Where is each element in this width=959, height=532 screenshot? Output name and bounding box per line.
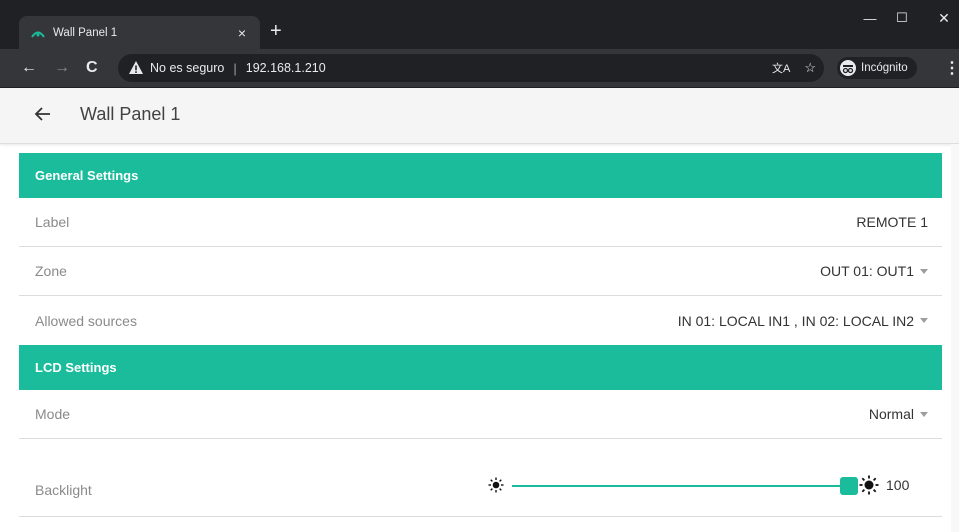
caret-down-icon xyxy=(920,318,928,323)
incognito-icon xyxy=(840,60,856,76)
allowed-sources-select[interactable]: IN 01: LOCAL IN1 , IN 02: LOCAL IN2 xyxy=(678,313,928,329)
label-field-name: Label xyxy=(35,214,70,230)
back-icon[interactable]: ← xyxy=(21,59,37,77)
minimize-button[interactable]: — xyxy=(856,6,884,30)
address-bar[interactable]: No es seguro | 192.168.1.210 文A ☆ xyxy=(118,54,824,82)
mode-value: Normal xyxy=(868,406,914,422)
warning-icon xyxy=(129,61,143,74)
backlight-value: 100 xyxy=(886,477,910,493)
page-scrollbar[interactable] xyxy=(951,144,959,532)
lcd-settings-header: LCD Settings xyxy=(19,345,942,390)
tab-title: Wall Panel 1 xyxy=(53,26,118,39)
maximize-button[interactable]: ☐ xyxy=(888,6,916,30)
caret-down-icon xyxy=(920,268,928,274)
caret-down-icon xyxy=(920,411,928,417)
tab-close-icon[interactable]: × xyxy=(238,26,246,40)
url-separator: | xyxy=(233,60,237,76)
menu-icon[interactable]: ⋮ xyxy=(944,58,959,78)
zone-select[interactable]: OUT 01: OUT1 xyxy=(820,263,928,279)
browser-toolbar: ← → C No es seguro | 192.168.1.210 文A ☆ … xyxy=(0,49,959,88)
general-settings-header: General Settings xyxy=(19,153,942,198)
settings-content: General Settings Label REMOTE 1 Zone OUT… xyxy=(19,153,942,517)
zone-field-name: Zone xyxy=(35,263,67,279)
url-text[interactable]: 192.168.1.210 xyxy=(246,61,326,75)
not-secure-label[interactable]: No es seguro xyxy=(150,61,224,75)
backlight-field-name: Backlight xyxy=(35,482,92,498)
new-tab-button[interactable]: + xyxy=(270,21,282,41)
zone-row[interactable]: Zone OUT 01: OUT1 xyxy=(19,247,942,296)
app-header: Wall Panel 1 xyxy=(0,88,959,144)
allowed-sources-value: IN 01: LOCAL IN1 , IN 02: LOCAL IN2 xyxy=(677,312,914,329)
translate-icon[interactable]: 文A xyxy=(772,60,790,76)
mode-field-name: Mode xyxy=(35,406,71,422)
label-field-value[interactable]: REMOTE 1 xyxy=(856,214,928,230)
allowed-sources-row[interactable]: Allowed sources IN 01: LOCAL IN1 , IN 02… xyxy=(19,296,942,345)
mode-select[interactable]: Normal xyxy=(869,406,928,422)
backlight-row: Backlight 100 xyxy=(19,439,942,517)
reload-icon[interactable]: C xyxy=(86,59,98,77)
backlight-slider-track[interactable] xyxy=(512,485,852,487)
arrow-left-icon[interactable] xyxy=(33,104,53,124)
incognito-label: Incógnito xyxy=(861,62,908,74)
incognito-badge[interactable]: Incógnito xyxy=(837,57,917,79)
omnibox-actions: 文A ☆ xyxy=(772,60,816,76)
mode-row[interactable]: Mode Normal xyxy=(19,390,942,439)
backlight-slider-area: 100 xyxy=(488,474,928,498)
browser-tab[interactable]: Wall Panel 1 × xyxy=(19,16,260,49)
close-window-button[interactable]: ✕ xyxy=(930,6,958,30)
backlight-slider-thumb[interactable] xyxy=(840,477,858,495)
forward-icon[interactable]: → xyxy=(54,59,70,77)
allowed-sources-field-name: Allowed sources xyxy=(35,312,137,329)
browser-tabstrip: Wall Panel 1 × + — ☐ ✕ xyxy=(0,0,959,49)
zone-value: OUT 01: OUT1 xyxy=(820,263,914,279)
brightness-low-icon xyxy=(488,477,504,493)
page-title: Wall Panel 1 xyxy=(80,104,181,124)
favicon-icon xyxy=(31,26,45,40)
label-row[interactable]: Label REMOTE 1 xyxy=(19,198,942,247)
star-icon[interactable]: ☆ xyxy=(804,60,816,76)
brightness-high-icon xyxy=(859,475,879,495)
